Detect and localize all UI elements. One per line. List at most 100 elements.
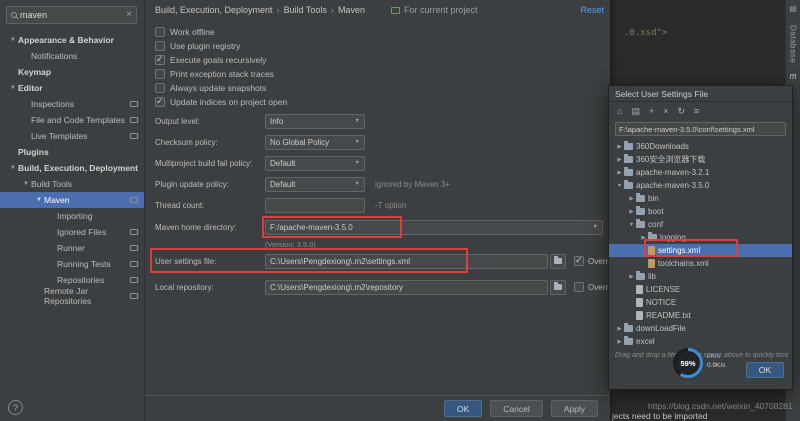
sidebar-item-runner[interactable]: Runner <box>0 240 144 256</box>
sidebar-item-label: File and Code Templates <box>31 115 125 125</box>
local-repository-input[interactable] <box>265 279 548 295</box>
tree-item-bin[interactable]: ▶ bin <box>609 192 792 205</box>
show-hidden-icon[interactable]: ≡ <box>694 106 699 116</box>
tool-window-button-database[interactable]: Database <box>789 25 798 63</box>
tree-item-excel[interactable]: ▶ excel <box>609 335 792 348</box>
sidebar-item-appearance-behavior[interactable]: ▼ Appearance & Behavior <box>0 32 144 48</box>
tree-item-apache-maven-3-5-0[interactable]: ▼ apache-maven-3.5.0 <box>609 179 792 192</box>
multiproject-policy-select[interactable]: Default ▼ <box>265 155 365 171</box>
tree-item-lib[interactable]: ▶ lib <box>609 270 792 283</box>
tool-window-button-maven[interactable]: m <box>789 71 796 82</box>
dialog-path-input[interactable] <box>615 122 786 136</box>
chevron-right-icon[interactable]: ▶ <box>627 209 636 215</box>
status-message: jects need to be imported <box>612 411 708 421</box>
chevron-down-icon[interactable]: ▼ <box>21 181 31 187</box>
plugin-update-policy-label: Plugin update policy: <box>155 179 229 189</box>
tree-item-conf[interactable]: ▼ conf <box>609 218 792 231</box>
option-use-plugin-registry[interactable]: Use plugin registry <box>155 39 287 53</box>
new-folder-icon[interactable]: + <box>649 106 654 116</box>
tree-item-settings-xml[interactable]: settings.xml <box>609 244 792 257</box>
desktop-icon[interactable]: ▤ <box>631 106 640 116</box>
tree-item-boot[interactable]: ▶ boot <box>609 205 792 218</box>
plugin-update-policy-value: Default <box>270 179 296 189</box>
project-setting-badge-icon <box>130 277 138 283</box>
checkbox-unchecked-icon <box>155 41 165 51</box>
chevron-down-icon[interactable]: ▼ <box>8 85 18 91</box>
refresh-icon[interactable]: ↻ <box>677 106 685 116</box>
sidebar-item-inspections[interactable]: Inspections <box>0 96 144 112</box>
tree-item-apache-maven-3-2-1[interactable]: ▶ apache-maven-3.2.1 <box>609 166 792 179</box>
option-print-exception-stack-traces[interactable]: Print exception stack traces <box>155 67 287 81</box>
apply-button[interactable]: Apply <box>550 400 598 417</box>
chevron-right-icon[interactable]: ▶ <box>639 235 648 241</box>
chevron-right-icon[interactable]: ▶ <box>615 339 624 345</box>
sidebar-item-build-tools[interactable]: ▼ Build Tools <box>0 176 144 192</box>
local-repository-override-checkbox[interactable] <box>574 282 584 292</box>
user-settings-input[interactable] <box>265 253 548 269</box>
home-icon[interactable]: ⌂ <box>617 106 622 116</box>
checksum-policy-select[interactable]: No Global Policy ▼ <box>265 134 365 150</box>
sidebar-item-importing[interactable]: Importing <box>0 208 144 224</box>
chevron-down-icon[interactable]: ▼ <box>627 222 636 228</box>
project-setting-badge-icon <box>130 133 138 139</box>
option-always-update-snapshots[interactable]: Always update snapshots <box>155 81 287 95</box>
current-project-icon <box>390 6 400 14</box>
breadcrumb-row: Build, Execution, Deployment › Build Tools… <box>155 5 604 15</box>
checkbox-label: Print exception stack traces <box>170 69 274 79</box>
tree-item-license[interactable]: LICENSE <box>609 283 792 296</box>
breadcrumb-item-build-execution-deployment[interactable]: Build, Execution, Deployment <box>155 5 273 15</box>
option-update-indices-on-project-open[interactable]: Update indices on project open <box>155 95 287 109</box>
sidebar-item-maven[interactable]: ▼ Maven <box>0 192 144 208</box>
sidebar-item-remote-jar-repositories[interactable]: Remote Jar Repositories <box>0 286 144 306</box>
browse-user-settings-button[interactable] <box>550 253 566 269</box>
output-level-select[interactable]: Info ▼ <box>265 113 365 129</box>
sidebar-item-ignored-files[interactable]: Ignored Files <box>0 224 144 240</box>
sidebar-item-editor[interactable]: ▼ Editor <box>0 80 144 96</box>
breadcrumb-item-build-tools[interactable]: Build Tools <box>284 5 327 15</box>
plugin-update-policy-select[interactable]: Default ▼ <box>265 176 365 192</box>
cancel-button[interactable]: Cancel <box>490 400 543 417</box>
breadcrumb-item-maven[interactable]: Maven <box>338 5 365 15</box>
chevron-right-icon[interactable]: ▶ <box>615 326 624 332</box>
chevron-down-icon[interactable]: ▼ <box>615 183 624 189</box>
sidebar-item-plugins[interactable]: Plugins <box>0 144 144 160</box>
browse-local-repository-button[interactable] <box>550 279 566 295</box>
tree-item-360[interactable]: ▶ 360安全浏览器下载 <box>609 153 792 166</box>
chevron-down-icon[interactable]: ▼ <box>8 37 18 43</box>
clear-search-icon[interactable]: × <box>126 10 132 20</box>
chevron-down-icon[interactable]: ▼ <box>8 165 18 171</box>
sidebar-item-notifications[interactable]: Notifications <box>0 48 144 64</box>
tree-item-downloadfile[interactable]: ▶ downLoadFile <box>609 322 792 335</box>
user-settings-override-checkbox[interactable] <box>574 255 584 266</box>
chevron-right-icon[interactable]: ▶ <box>627 196 636 202</box>
dialog-ok-button[interactable]: OK <box>745 362 784 378</box>
sidebar-item-running-tests[interactable]: Running Tests <box>0 256 144 272</box>
tree-item-toolchains-xml[interactable]: toolchains.xml <box>609 257 792 270</box>
ok-button[interactable]: OK <box>443 400 483 417</box>
option-work-offline[interactable]: Work offline <box>155 25 287 39</box>
help-button[interactable]: ? <box>8 400 23 415</box>
chevron-right-icon[interactable]: ▶ <box>615 144 624 150</box>
chevron-right-icon[interactable]: ▶ <box>615 157 624 163</box>
tree-item-readme-txt[interactable]: README.txt <box>609 309 792 322</box>
sidebar-item-file-and-code-templates[interactable]: File and Code Templates <box>0 112 144 128</box>
option-execute-goals-recursively[interactable]: Execute goals recursively <box>155 53 287 67</box>
thread-count-input[interactable] <box>265 197 365 213</box>
reset-link[interactable]: Reset <box>580 5 604 15</box>
sidebar-item-keymap[interactable]: Keymap <box>0 64 144 80</box>
tree-item-label: NOTICE <box>646 298 677 307</box>
chevron-right-icon[interactable]: ▶ <box>615 170 624 176</box>
settings-sidebar: × ▼Appearance & BehaviorNotificationsKey… <box>0 0 145 421</box>
delete-icon[interactable]: × <box>663 106 668 116</box>
chevron-right-icon[interactable]: ▶ <box>627 274 636 280</box>
for-current-project[interactable]: For current project <box>390 5 477 15</box>
chevron-down-icon[interactable]: ▼ <box>34 197 44 203</box>
checksum-policy-label: Checksum policy: <box>155 137 218 147</box>
search-input[interactable] <box>20 10 124 20</box>
sidebar-item-build-execution-deployment[interactable]: ▼ Build, Execution, Deployment <box>0 160 144 176</box>
tree-item-360downloads[interactable]: ▶ 360Downloads <box>609 140 792 153</box>
maven-home-combo[interactable]: F:/apache-maven-3.5.0 ▼ <box>265 219 603 235</box>
tree-item-notice[interactable]: NOTICE <box>609 296 792 309</box>
sidebar-item-live-templates[interactable]: Live Templates <box>0 128 144 144</box>
tree-item-logging[interactable]: ▶ logging <box>609 231 792 244</box>
